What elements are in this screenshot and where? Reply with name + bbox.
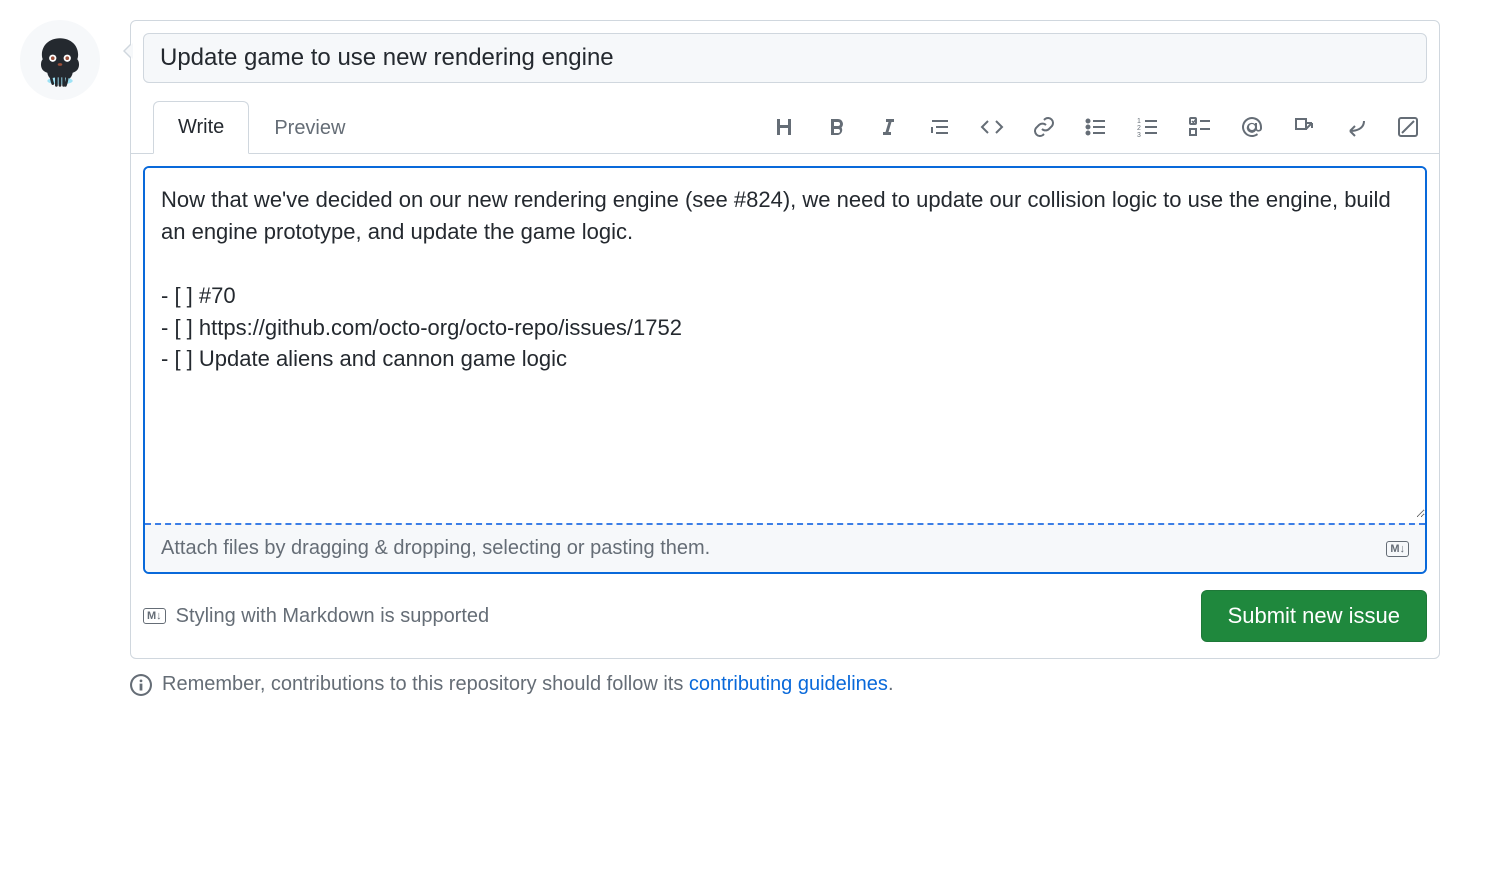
contributing-guidelines-link[interactable]: contributing guidelines [689,673,888,695]
link-icon[interactable] [1031,114,1057,140]
submit-new-issue-button[interactable]: Submit new issue [1201,590,1427,642]
reply-icon[interactable] [1343,114,1369,140]
tab-preview[interactable]: Preview [249,102,370,154]
octocat-icon [31,31,89,89]
markdown-icon: M↓ [143,608,166,624]
code-icon[interactable] [979,114,1005,140]
editor-tabs: Write Preview [153,101,370,154]
task-list-icon[interactable] [1187,114,1213,140]
hint-suffix: . [888,673,894,695]
markdown-supported-text: Styling with Markdown is supported [176,605,489,628]
comment-body-textarea[interactable] [145,168,1425,518]
svg-text:1: 1 [1137,118,1141,125]
hint-prefix: Remember, contributions to this reposito… [162,673,689,695]
markdown-toolbar: 123 [771,114,1427,140]
info-icon [130,674,152,696]
avatar[interactable] [20,20,100,100]
ordered-list-icon[interactable]: 123 [1135,114,1161,140]
unordered-list-icon[interactable] [1083,114,1109,140]
comment-body-editor: Attach files by dragging & dropping, sel… [143,166,1427,574]
bold-icon[interactable] [823,114,849,140]
contributing-hint: Remember, contributions to this reposito… [130,673,1466,696]
attach-files-area[interactable]: Attach files by dragging & dropping, sel… [145,523,1425,572]
markdown-icon: M↓ [1386,541,1409,557]
svg-text:3: 3 [1137,132,1141,139]
heading-icon[interactable] [771,114,797,140]
issue-title-input[interactable] [143,33,1427,83]
tab-write[interactable]: Write [153,101,249,154]
attach-files-text: Attach files by dragging & dropping, sel… [161,537,710,560]
quote-icon[interactable] [927,114,953,140]
saved-replies-icon[interactable] [1395,114,1421,140]
mention-icon[interactable] [1239,114,1265,140]
markdown-supported-note[interactable]: M↓ Styling with Markdown is supported [143,605,489,628]
comment-form: Write Preview 123 [130,20,1440,659]
italic-icon[interactable] [875,114,901,140]
cross-reference-icon[interactable] [1291,114,1317,140]
svg-text:2: 2 [1137,125,1141,132]
